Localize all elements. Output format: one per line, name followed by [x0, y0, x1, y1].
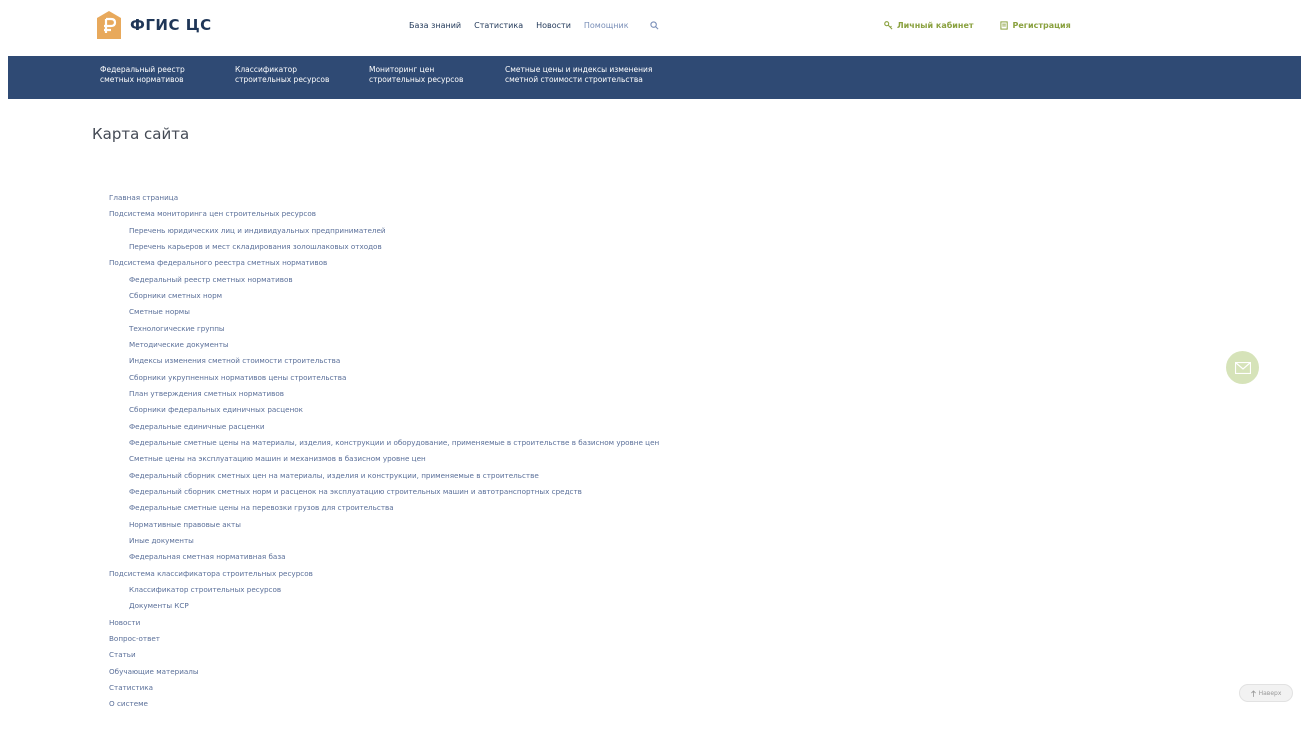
- to-top-button[interactable]: Наверх: [1239, 684, 1293, 702]
- logo-text: ФГИС ЦС: [130, 16, 212, 34]
- sitemap-item: Федеральная сметная нормативная база: [109, 552, 659, 568]
- sitemap-link[interactable]: Федеральный реестр сметных нормативов: [129, 275, 293, 284]
- sitemap-link[interactable]: Документы КСР: [129, 601, 189, 610]
- sitemap-item: Иные документы: [109, 536, 659, 552]
- sitemap-item: О системе: [109, 699, 659, 715]
- main-nav-price-monitoring[interactable]: Мониторинг цен строительных ресурсов: [369, 65, 463, 85]
- sitemap-link[interactable]: Федеральные сметные цены на перевозки гр…: [129, 503, 394, 512]
- sitemap-item: План утверждения сметных нормативов: [109, 389, 659, 405]
- sitemap-link[interactable]: Вопрос-ответ: [109, 634, 160, 643]
- sitemap-link[interactable]: Федеральная сметная нормативная база: [129, 552, 286, 561]
- sitemap-list: Главная страница Подсистема мониторинга ц…: [109, 193, 659, 716]
- register-icon: [999, 21, 1008, 30]
- main-nav-classifier[interactable]: Классификатор строительных ресурсов: [235, 65, 329, 85]
- sitemap-link[interactable]: Индексы изменения сметной стоимости стро…: [129, 356, 340, 365]
- sitemap-link[interactable]: О системе: [109, 699, 148, 708]
- sitemap-link[interactable]: Иные документы: [129, 536, 194, 545]
- sitemap-link[interactable]: Подсистема мониторинга цен строительных …: [109, 209, 316, 218]
- sitemap-item: Федеральный сборник сметных цен на матер…: [109, 471, 659, 487]
- register-label: Регистрация: [1012, 21, 1071, 30]
- site-logo[interactable]: ФГИС ЦС: [97, 11, 212, 39]
- sitemap-link[interactable]: Сметные нормы: [129, 307, 190, 316]
- sitemap-item: Нормативные правовые акты: [109, 520, 659, 536]
- main-nav: Федеральный реестр сметных нормативов Кл…: [8, 56, 1301, 99]
- sitemap-item: Сборники укрупненных нормативов цены стр…: [109, 373, 659, 389]
- sitemap-item: Перечень юридических лиц и индивидуальны…: [109, 226, 659, 242]
- sitemap-item: Статистика: [109, 683, 659, 699]
- sitemap-item: Вопрос-ответ: [109, 634, 659, 650]
- top-nav: База знаний Статистика Новости: [409, 21, 659, 30]
- to-top-label: Наверх: [1258, 689, 1282, 697]
- sitemap-link[interactable]: Методические документы: [129, 340, 229, 349]
- sitemap-item: Сметные цены на эксплуатацию машин и мех…: [109, 454, 659, 470]
- account-link[interactable]: Личный кабинет: [884, 21, 974, 30]
- sitemap-link[interactable]: Сборники федеральных единичных расценок: [129, 405, 303, 414]
- register-link[interactable]: Регистрация: [999, 21, 1071, 30]
- arrow-up-icon: [1250, 689, 1256, 697]
- nav-knowledge-base[interactable]: База знаний: [409, 21, 461, 30]
- sitemap-link[interactable]: Новости: [109, 618, 140, 627]
- sitemap-link[interactable]: Федеральные единичные расценки: [129, 422, 265, 431]
- sitemap-item: Сборники федеральных единичных расценок: [109, 405, 659, 421]
- ruble-house-icon: [97, 11, 121, 39]
- account-label: Личный кабинет: [897, 21, 974, 30]
- sitemap-item: Подсистема классификатора строительных р…: [109, 569, 659, 585]
- sitemap-link[interactable]: Федеральный сборник сметных норм и расце…: [129, 487, 582, 496]
- sitemap-item: Методические документы: [109, 340, 659, 356]
- key-icon: [884, 21, 893, 30]
- search-input[interactable]: [583, 21, 644, 30]
- sitemap-item: Технологические группы: [109, 324, 659, 340]
- sitemap-item: Подсистема федерального реестра сметных …: [109, 258, 659, 274]
- nav-statistics[interactable]: Статистика: [474, 21, 523, 30]
- feedback-button[interactable]: [1226, 351, 1259, 384]
- sitemap-item: Обучающие материалы: [109, 667, 659, 683]
- sitemap-link[interactable]: Федеральные сметные цены на материалы, и…: [129, 438, 659, 447]
- sitemap-link[interactable]: Главная страница: [109, 193, 178, 202]
- sitemap-link[interactable]: Технологические группы: [129, 324, 225, 333]
- sitemap-link[interactable]: Статьи: [109, 650, 136, 659]
- main-nav-estimate-prices[interactable]: Сметные цены и индексы изменения сметной…: [505, 65, 652, 85]
- sitemap-link[interactable]: Статистика: [109, 683, 153, 692]
- account-links: Личный кабинет Регистрация: [884, 21, 1097, 30]
- search-box: [583, 21, 659, 30]
- sitemap-link[interactable]: Перечень карьеров и мест складирования з…: [129, 242, 382, 251]
- sitemap-link[interactable]: Обучающие материалы: [109, 667, 199, 676]
- sitemap-item: Федеральный реестр сметных нормативов: [109, 275, 659, 291]
- sitemap-link[interactable]: Классификатор строительных ресурсов: [129, 585, 281, 594]
- sitemap-item: Федеральные сметные цены на материалы, и…: [109, 438, 659, 454]
- sitemap-link[interactable]: Подсистема классификатора строительных р…: [109, 569, 313, 578]
- sitemap-item: Сборники сметных норм: [109, 291, 659, 307]
- sitemap-item: Индексы изменения сметной стоимости стро…: [109, 356, 659, 372]
- sitemap-item: Сметные нормы: [109, 307, 659, 323]
- sitemap-link[interactable]: Подсистема федерального реестра сметных …: [109, 258, 327, 267]
- sitemap-item: Федеральные единичные расценки: [109, 422, 659, 438]
- sitemap-link[interactable]: Сборники укрупненных нормативов цены стр…: [129, 373, 346, 382]
- sitemap-link[interactable]: Перечень юридических лиц и индивидуальны…: [129, 226, 386, 235]
- sitemap-link[interactable]: Федеральный сборник сметных цен на матер…: [129, 471, 539, 480]
- sitemap-item: Классификатор строительных ресурсов: [109, 585, 659, 601]
- nav-news[interactable]: Новости: [536, 21, 571, 30]
- main-nav-federal-registry[interactable]: Федеральный реестр сметных нормативов: [100, 65, 185, 85]
- search-icon[interactable]: [650, 21, 659, 30]
- top-bar: ФГИС ЦС База знаний Статистика Новости Л…: [0, 0, 1311, 56]
- sitemap-item: Документы КСР: [109, 601, 659, 617]
- sitemap-item: Новости: [109, 618, 659, 634]
- sitemap-link[interactable]: Нормативные правовые акты: [129, 520, 241, 529]
- sitemap-item: Федеральные сметные цены на перевозки гр…: [109, 503, 659, 519]
- sitemap-item: Статьи: [109, 650, 659, 666]
- mail-icon: [1234, 361, 1251, 374]
- sitemap-item: Перечень карьеров и мест складирования з…: [109, 242, 659, 258]
- sitemap-item: Главная страница: [109, 193, 659, 209]
- page-title: Карта сайта: [92, 125, 190, 143]
- sitemap-item: Федеральный сборник сметных норм и расце…: [109, 487, 659, 503]
- sitemap-link[interactable]: План утверждения сметных нормативов: [129, 389, 284, 398]
- sitemap-item: Подсистема мониторинга цен строительных …: [109, 209, 659, 225]
- sitemap-link[interactable]: Сметные цены на эксплуатацию машин и мех…: [129, 454, 426, 463]
- sitemap-link[interactable]: Сборники сметных норм: [129, 291, 222, 300]
